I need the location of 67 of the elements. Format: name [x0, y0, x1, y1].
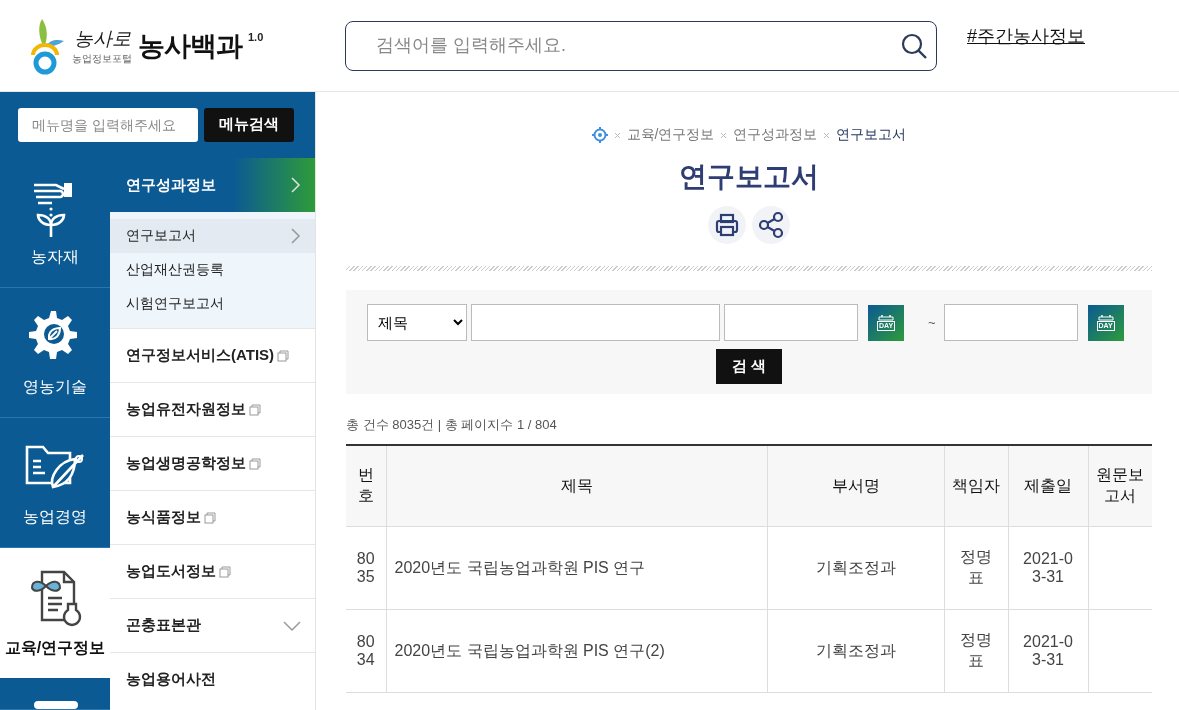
chevron-down-icon: [283, 619, 301, 632]
submenu-item[interactable]: 연구보고서: [110, 219, 315, 253]
calendar-icon: [1097, 314, 1114, 321]
title-link[interactable]: 2020년도 국립농업과학원 PIS 연구: [386, 526, 767, 610]
chevron-right-icon: [290, 228, 301, 244]
logo-tagline: 농업정보포털: [72, 51, 132, 66]
table-cell: 정명표: [944, 526, 1008, 610]
table-cell: 8034: [346, 609, 386, 693]
category-tab[interactable]: [0, 678, 110, 710]
category-tab[interactable]: 농업경영: [0, 418, 110, 548]
category-tab[interactable]: 영농기술: [0, 288, 110, 418]
version-label: 1.0: [248, 30, 264, 43]
column-header: 번호: [346, 445, 386, 527]
chevron-right-icon: [290, 177, 301, 193]
field-select[interactable]: 제목: [367, 304, 467, 341]
window-icon: [249, 403, 261, 416]
window-icon: [277, 349, 290, 362]
breadcrumb-link[interactable]: 연구성과정보: [733, 126, 818, 144]
search-button[interactable]: 검 색: [716, 349, 782, 384]
column-header: 원문보고서: [1088, 445, 1152, 527]
search-icon[interactable]: [901, 32, 927, 59]
column-header: 제출일: [1008, 445, 1088, 527]
menu-item[interactable]: 농업유전자원정보: [110, 382, 315, 436]
submenu-item[interactable]: 산업재산권등록: [110, 253, 315, 287]
menu-item[interactable]: 농업용어사전: [110, 652, 315, 706]
separator-icon: [613, 131, 621, 139]
menu-item[interactable]: 농식품정보: [110, 490, 315, 544]
window-icon: [204, 511, 216, 524]
keyword-field[interactable]: [471, 304, 720, 341]
menu-section[interactable]: 연구성과정보: [110, 158, 315, 212]
start-date-field[interactable]: [724, 304, 858, 341]
table-cell: 2021-03-31: [1008, 609, 1088, 693]
share-icon[interactable]: [752, 206, 790, 244]
range-separator: ~: [928, 315, 936, 330]
calendar-icon: [878, 314, 894, 321]
result-count: 총 건수 8035건 | 총 페이지수 1 / 804: [346, 416, 558, 434]
column-header: 제목: [386, 445, 767, 527]
breadcrumb-link[interactable]: 연구보고서: [836, 126, 907, 144]
end-date-field[interactable]: [943, 304, 1078, 341]
submenu-item[interactable]: 시험연구보고서: [110, 287, 315, 321]
table-cell: 정명표: [944, 609, 1008, 693]
menu-search-field[interactable]: 메뉴명을 입력해주세요: [18, 107, 198, 142]
column-header: 부서명: [767, 445, 944, 527]
breadcrumb-link[interactable]: 교육/연구정보: [626, 126, 715, 144]
page-title: 연구보고서: [678, 160, 820, 194]
separator-icon: [823, 131, 831, 139]
menu-search-button[interactable]: 메뉴검색: [204, 107, 294, 142]
logo-title: 농사백과: [138, 29, 242, 63]
window-icon: [249, 457, 261, 470]
logo-script: 농사로: [73, 25, 131, 51]
location-icon: [591, 127, 608, 143]
menu-item[interactable]: 연구정보서비스(ATIS): [110, 328, 315, 382]
menu-item[interactable]: 곤충표본관: [110, 598, 315, 652]
window-icon: [219, 565, 231, 578]
print-icon[interactable]: [708, 206, 746, 244]
search-field[interactable]: 검색어를 입력해주세요.: [345, 20, 937, 71]
table-cell: 기획조정과: [767, 609, 944, 693]
category-tab[interactable]: 농자재: [0, 158, 110, 288]
table-cell: 기획조정과: [767, 526, 944, 610]
title-link[interactable]: 2020년도 국립농업과학원 PIS 연구(2): [386, 609, 767, 693]
menu-item[interactable]: 농업생명공학정보: [110, 436, 315, 490]
table-cell: 8035: [346, 526, 386, 610]
table-cell: 2021-03-31: [1008, 526, 1088, 610]
column-header: 책임자: [944, 445, 1008, 527]
separator-icon: [720, 131, 728, 139]
weekly-link[interactable]: #주간농사정보: [967, 23, 1085, 48]
menu-item[interactable]: 농업도서정보: [110, 544, 315, 598]
